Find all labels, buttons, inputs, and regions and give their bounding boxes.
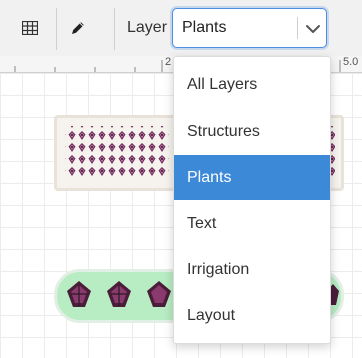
select-divider [297, 17, 298, 39]
layer-option-layout[interactable]: Layout [174, 293, 330, 338]
chevron-down-icon[interactable] [304, 20, 322, 38]
toolbar-divider [114, 8, 115, 50]
plant-icon [107, 281, 131, 307]
plant-icon [67, 281, 91, 307]
grid-button[interactable] [14, 10, 46, 46]
ruler-label: 5.0 [343, 56, 359, 68]
toolbar: Layer Plants [0, 0, 362, 57]
grid-icon [22, 21, 38, 35]
layer-option-irrigation[interactable]: Irrigation [174, 247, 330, 292]
ruler-label: 2 [165, 56, 172, 68]
layer-select[interactable]: Plants [172, 8, 327, 48]
pencil-icon [72, 22, 84, 34]
layer-option-plants[interactable]: Plants [174, 155, 330, 200]
toolbar-divider [56, 8, 57, 50]
draw-button[interactable] [62, 10, 94, 46]
layer-label: Layer [127, 19, 168, 36]
layer-option-structures[interactable]: Structures [174, 109, 330, 154]
layer-dropdown-menu: All Layers Structures Plants Text Irriga… [173, 56, 331, 344]
layer-select-value: Plants [182, 19, 227, 36]
layer-option-text[interactable]: Text [174, 201, 330, 246]
plant-icon [147, 281, 171, 307]
layer-option-all-layers[interactable]: All Layers [174, 62, 330, 107]
